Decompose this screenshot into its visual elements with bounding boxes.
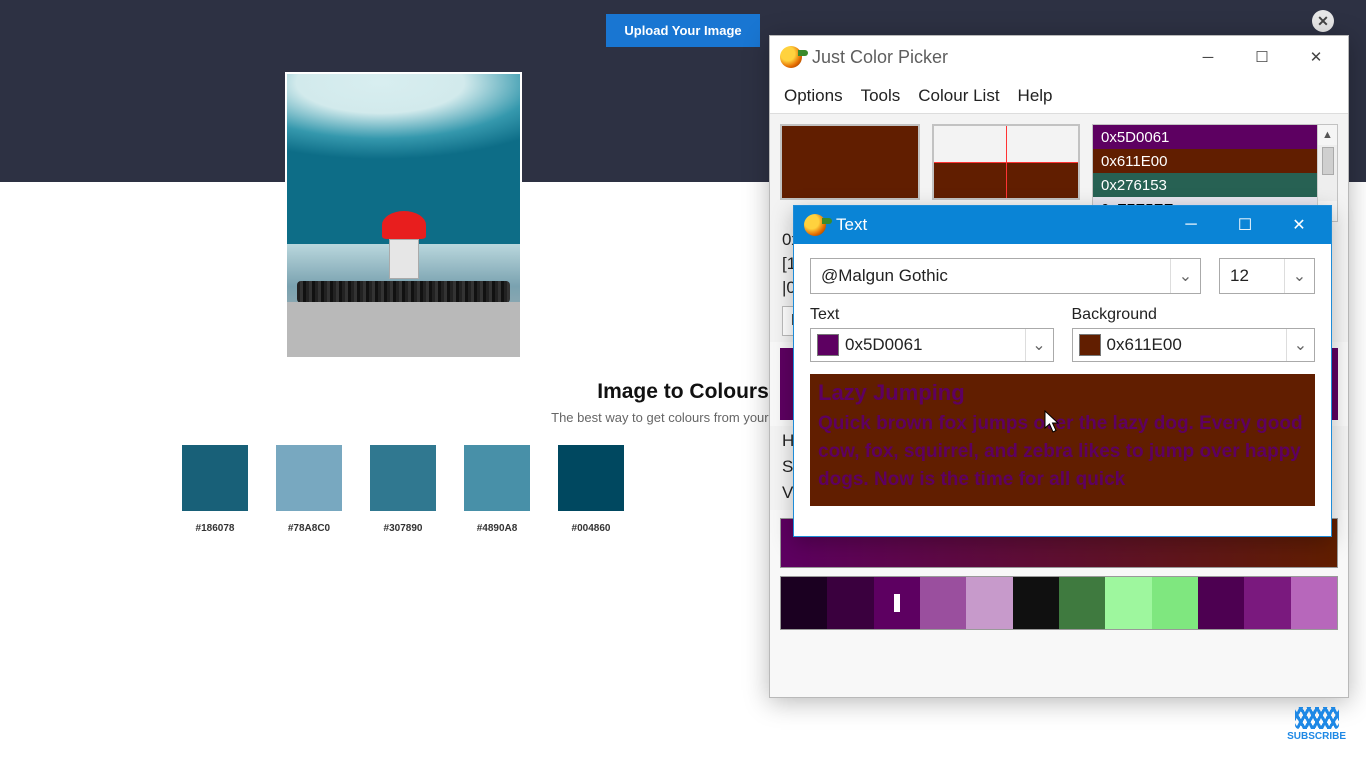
font-size-value: 12 xyxy=(1220,266,1284,286)
palette-swatch[interactable]: #307890 xyxy=(370,445,436,534)
window-title: Just Color Picker xyxy=(812,47,948,68)
text-colour-code: 0x5D0061 xyxy=(845,335,1025,355)
scheme-cell[interactable] xyxy=(920,577,966,629)
text-window-titlebar[interactable]: Text ─ ☐ ✕ xyxy=(794,206,1331,244)
text-preview-window: Text ─ ☐ ✕ @Malgun Gothic ⌄ 12 ⌄ Text Ba… xyxy=(793,205,1332,537)
scroll-thumb[interactable] xyxy=(1322,147,1334,175)
font-select[interactable]: @Malgun Gothic ⌄ xyxy=(810,258,1201,294)
background-colour-code: 0x611E00 xyxy=(1107,335,1287,355)
scheme-cell[interactable] xyxy=(1013,577,1059,629)
history-item[interactable]: 0x611E00 xyxy=(1093,149,1317,173)
scheme-cell[interactable] xyxy=(1291,577,1337,629)
swatch-chip xyxy=(558,445,624,511)
scheme-cell[interactable] xyxy=(1105,577,1151,629)
app-icon xyxy=(780,46,802,68)
swatch-hex-label: #4890A8 xyxy=(477,523,518,534)
text-colour-swatch xyxy=(817,334,839,356)
swatch-chip xyxy=(276,445,342,511)
swatch-chip xyxy=(182,445,248,511)
font-size-select[interactable]: 12 ⌄ xyxy=(1219,258,1315,294)
maximize-button[interactable]: ☐ xyxy=(1223,210,1267,240)
scheme-cell[interactable] xyxy=(874,577,920,629)
subscribe-watermark: SUBSCRIBE xyxy=(1287,707,1346,742)
palette-swatch[interactable]: #004860 xyxy=(558,445,624,534)
menu-bar: Options Tools Colour List Help xyxy=(770,78,1348,114)
swatch-hex-label: #004860 xyxy=(572,523,611,534)
background-colour-select[interactable]: 0x611E00 ⌄ xyxy=(1072,328,1316,362)
menu-options[interactable]: Options xyxy=(784,86,843,106)
upload-button[interactable]: Upload Your Image xyxy=(606,14,759,47)
scheme-cell[interactable] xyxy=(1244,577,1290,629)
zoom-preview xyxy=(932,124,1080,200)
scheme-cell[interactable] xyxy=(1059,577,1105,629)
minimize-button[interactable]: ─ xyxy=(1169,210,1213,240)
swatch-hex-label: #186078 xyxy=(196,523,235,534)
current-colour-swatch xyxy=(780,124,920,200)
preview-body: Quick brown fox jumps over the lazy dog.… xyxy=(818,410,1307,494)
scroll-up-icon[interactable]: ▲ xyxy=(1318,125,1337,145)
close-button[interactable]: ✕ xyxy=(1294,42,1338,72)
background-colour-label: Background xyxy=(1072,306,1316,324)
font-select-value: @Malgun Gothic xyxy=(811,266,1170,286)
background-colour-swatch xyxy=(1079,334,1101,356)
palette-swatch[interactable]: #4890A8 xyxy=(464,445,530,534)
chevron-down-icon[interactable]: ⌄ xyxy=(1025,329,1053,361)
swatch-hex-label: #78A8C0 xyxy=(288,523,330,534)
scheme-cell[interactable] xyxy=(1152,577,1198,629)
preview-heading: Lazy Jumping xyxy=(818,380,1307,406)
subscribe-label: SUBSCRIBE xyxy=(1287,731,1346,742)
maximize-button[interactable]: ☐ xyxy=(1240,42,1284,72)
menu-help[interactable]: Help xyxy=(1018,86,1053,106)
close-icon[interactable]: ✕ xyxy=(1312,10,1334,32)
chevron-down-icon[interactable]: ⌄ xyxy=(1170,259,1200,293)
scheme-cell[interactable] xyxy=(781,577,827,629)
app-icon xyxy=(804,214,826,236)
scheme-cell[interactable] xyxy=(966,577,1012,629)
history-item[interactable]: 0x5D0061 xyxy=(1093,125,1317,149)
minimize-button[interactable]: ─ xyxy=(1186,42,1230,72)
close-button[interactable]: ✕ xyxy=(1277,210,1321,240)
chevron-down-icon[interactable]: ⌄ xyxy=(1286,329,1314,361)
text-preview-area: Lazy Jumping Quick brown fox jumps over … xyxy=(810,374,1315,506)
scheme-cell[interactable] xyxy=(827,577,873,629)
swatch-chip xyxy=(370,445,436,511)
dna-icon xyxy=(1295,707,1339,729)
menu-tools[interactable]: Tools xyxy=(861,86,901,106)
menu-colour-list[interactable]: Colour List xyxy=(918,86,999,106)
colour-scheme-strip[interactable] xyxy=(780,576,1338,630)
uploaded-photo xyxy=(285,72,522,359)
window-titlebar[interactable]: Just Color Picker ─ ☐ ✕ xyxy=(770,36,1348,78)
chevron-down-icon[interactable]: ⌄ xyxy=(1284,259,1314,293)
swatch-hex-label: #307890 xyxy=(384,523,423,534)
palette-swatch[interactable]: #78A8C0 xyxy=(276,445,342,534)
scheme-cell[interactable] xyxy=(1198,577,1244,629)
text-window-title: Text xyxy=(836,215,867,235)
palette-swatch[interactable]: #186078 xyxy=(182,445,248,534)
text-colour-select[interactable]: 0x5D0061 ⌄ xyxy=(810,328,1054,362)
palette-swatches: #186078 #78A8C0 #307890 #4890A8 #004860 xyxy=(182,445,624,534)
swatch-chip xyxy=(464,445,530,511)
history-item[interactable]: 0x276153 xyxy=(1093,173,1317,197)
text-colour-label: Text xyxy=(810,306,1054,324)
